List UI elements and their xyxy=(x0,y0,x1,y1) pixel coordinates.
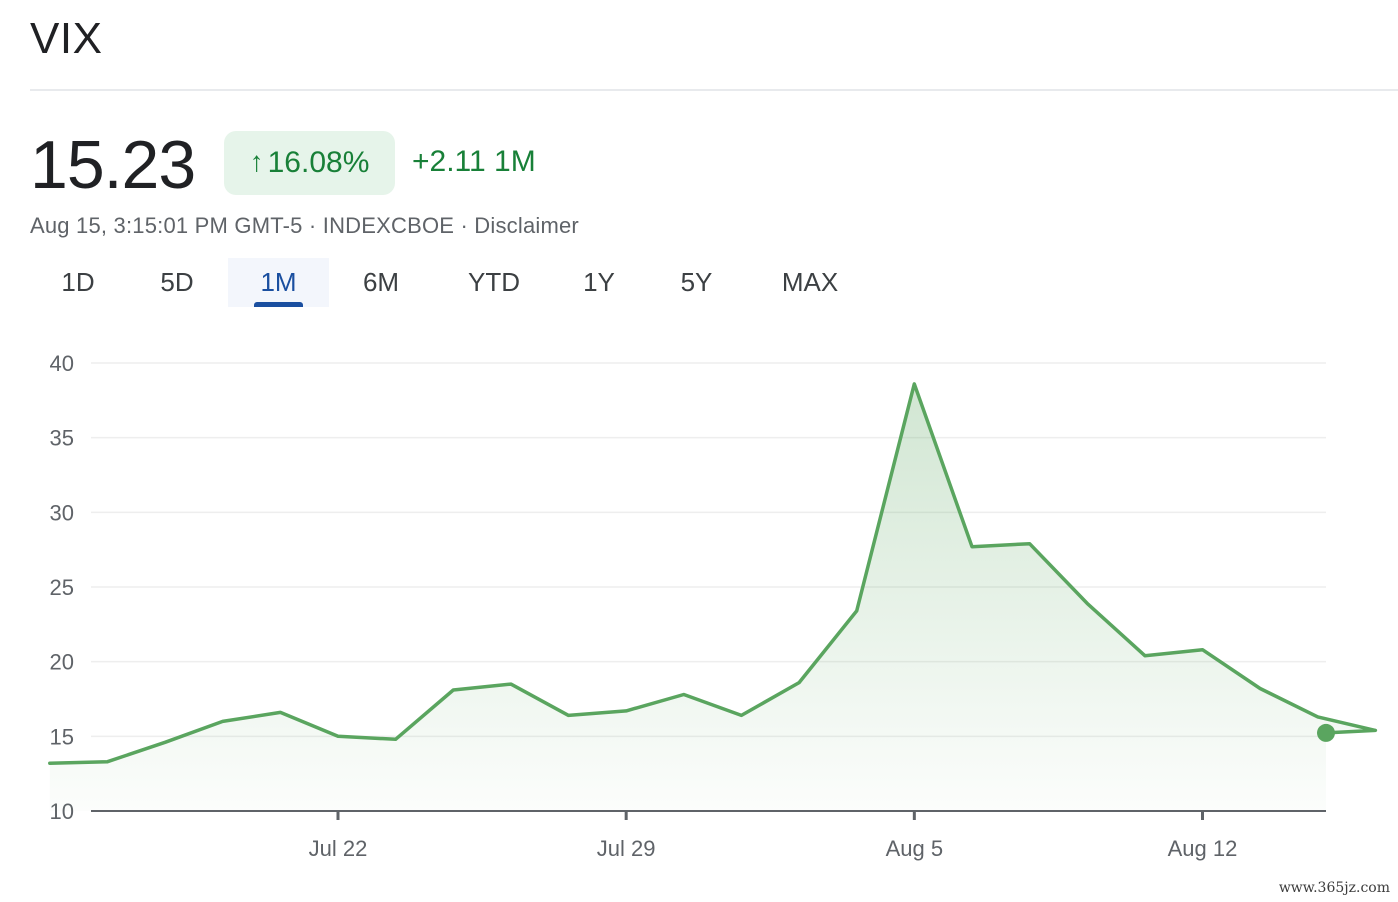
y-tick-label: 15 xyxy=(50,724,74,749)
y-axis-labels: 10152025303540 xyxy=(50,351,74,824)
quote-meta: Aug 15, 3:15:01 PM GMT-5 · INDEXCBOE · D… xyxy=(30,213,579,238)
tab-label: 6M xyxy=(362,267,400,297)
x-tick-label: Jul 22 xyxy=(309,836,368,861)
y-tick-label: 20 xyxy=(50,650,74,675)
watermark: www.365jz.com xyxy=(1278,880,1390,896)
tab-label: 1Y xyxy=(583,267,615,297)
vix-price-chart[interactable]: 10152025303540 Jul 22 Jul 29 Aug 5 Aug 12 xyxy=(0,330,1398,875)
arrow-up-icon: ↑ xyxy=(249,146,264,177)
x-tick-label: Aug 5 xyxy=(886,836,944,861)
area-fill xyxy=(49,383,1376,811)
tab-1y[interactable]: 1Y xyxy=(552,258,646,307)
tab-max[interactable]: MAX xyxy=(750,258,870,307)
change-absolute: +2.11 1M xyxy=(412,145,536,178)
x-tick-label: Aug 12 xyxy=(1168,836,1238,861)
current-price: 15.23 xyxy=(30,127,196,203)
tab-label: MAX xyxy=(781,267,839,297)
active-tab-indicator xyxy=(254,302,303,307)
x-axis: Jul 22 Jul 29 Aug 5 Aug 12 xyxy=(91,810,1326,861)
y-tick-label: 35 xyxy=(50,426,74,451)
y-tick-label: 30 xyxy=(50,500,74,525)
y-tick-label: 40 xyxy=(50,351,74,376)
header-divider xyxy=(30,89,1398,91)
tab-5y[interactable]: 5Y xyxy=(649,258,744,307)
x-tick-label: Jul 29 xyxy=(597,836,656,861)
last-point-marker xyxy=(1317,723,1335,742)
tab-label: 1M xyxy=(260,267,297,297)
tab-1d[interactable]: 1D xyxy=(30,258,126,307)
tab-label: 5Y xyxy=(680,267,713,297)
tab-label: YTD xyxy=(468,267,520,297)
tab-ytd[interactable]: YTD xyxy=(438,258,550,307)
y-tick-label: 25 xyxy=(50,575,74,600)
tab-label: 5D xyxy=(160,267,194,297)
page-title: VIX xyxy=(30,14,103,63)
tab-5d[interactable]: 5D xyxy=(128,258,226,307)
tab-1m[interactable]: 1M xyxy=(228,258,329,307)
change-percent-badge: ↑ 16.08% xyxy=(224,131,395,195)
tab-label: 1D xyxy=(61,267,95,297)
change-percent: 16.08% xyxy=(267,146,370,179)
tab-6m[interactable]: 6M xyxy=(331,258,431,307)
